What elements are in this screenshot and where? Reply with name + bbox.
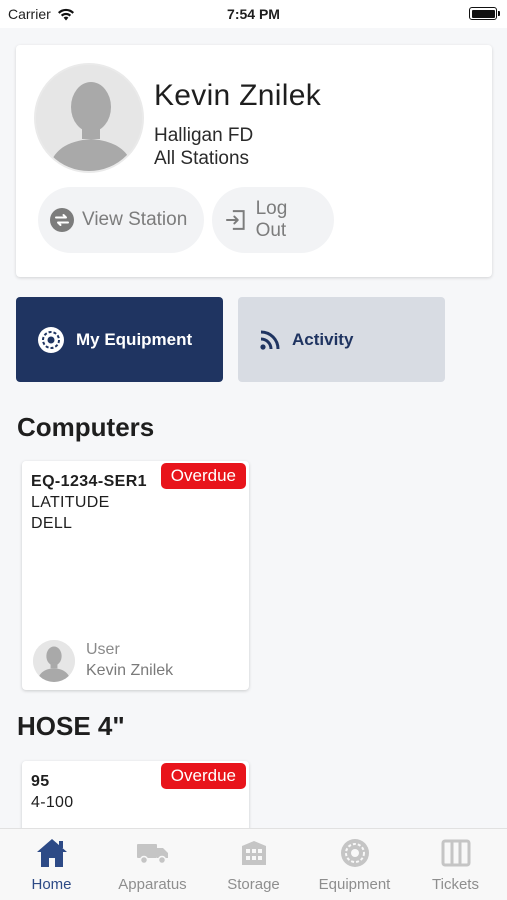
status-badge: Overdue <box>160 763 246 789</box>
person-silhouette-icon <box>33 640 75 682</box>
user-name: Kevin Znilek <box>154 79 322 112</box>
logout-button[interactable]: Log Out <box>212 187 334 253</box>
my-equipment-tab[interactable]: My Equipment <box>16 297 223 382</box>
logout-icon <box>225 210 245 230</box>
saw-blade-icon <box>38 326 64 353</box>
home-icon <box>36 839 67 867</box>
storage-icon <box>241 841 266 865</box>
stations: All Stations <box>154 148 250 169</box>
tab-label: Home <box>31 876 72 893</box>
rss-icon <box>260 330 280 350</box>
section-title: HOSE 4" <box>17 711 125 741</box>
clock: 7:54 PM <box>227 6 280 22</box>
equipment-make: DELL <box>31 515 73 532</box>
profile-card: Kevin Znilek Halligan FD All Stations Vi… <box>16 45 492 277</box>
assigned-user-label: User <box>86 641 120 658</box>
department: Halligan FD <box>154 125 254 146</box>
equipment-id: EQ-1234-SER1 <box>31 473 147 490</box>
assigned-user-name: Kevin Znilek <box>86 662 174 679</box>
section-title: Computers <box>17 412 155 442</box>
tab-label: Storage <box>227 876 280 893</box>
equipment-model: 4-100 <box>31 794 74 811</box>
avatar <box>33 640 75 682</box>
swap-icon <box>50 208 74 232</box>
activity-label: Activity <box>292 329 354 349</box>
my-equipment-label: My Equipment <box>76 329 193 349</box>
gear-icon <box>340 839 369 867</box>
tab-label: Apparatus <box>118 876 187 893</box>
status-badge: Overdue <box>160 463 246 489</box>
activity-tab[interactable]: Activity <box>238 297 445 382</box>
logout-label: Log Out <box>255 198 288 241</box>
view-station-label: View Station <box>82 209 188 230</box>
view-station-button[interactable]: View Station <box>38 187 204 253</box>
tab-label: Tickets <box>432 876 479 893</box>
equipment-id: 95 <box>31 773 50 790</box>
tab-label: Equipment <box>318 876 391 893</box>
tab-equipment[interactable]: Equipment <box>304 835 405 893</box>
equipment-model: LATITUDE <box>31 494 110 511</box>
avatar <box>34 63 144 173</box>
tab-bar: Home Apparatus Storage Equipment Tickets <box>0 828 507 900</box>
tab-home[interactable]: Home <box>1 835 102 893</box>
equipment-card[interactable]: EQ-1234-SER1 LATITUDE DELL Overdue User … <box>22 461 249 690</box>
tickets-icon <box>441 839 470 867</box>
truck-icon <box>136 844 168 865</box>
tab-storage[interactable]: Storage <box>203 835 304 893</box>
status-bar: Carrier 7:54 PM <box>0 0 507 28</box>
tab-tickets[interactable]: Tickets <box>405 835 506 893</box>
battery-icon <box>469 7 500 20</box>
tab-apparatus[interactable]: Apparatus <box>102 835 203 893</box>
person-silhouette-icon <box>36 65 142 171</box>
